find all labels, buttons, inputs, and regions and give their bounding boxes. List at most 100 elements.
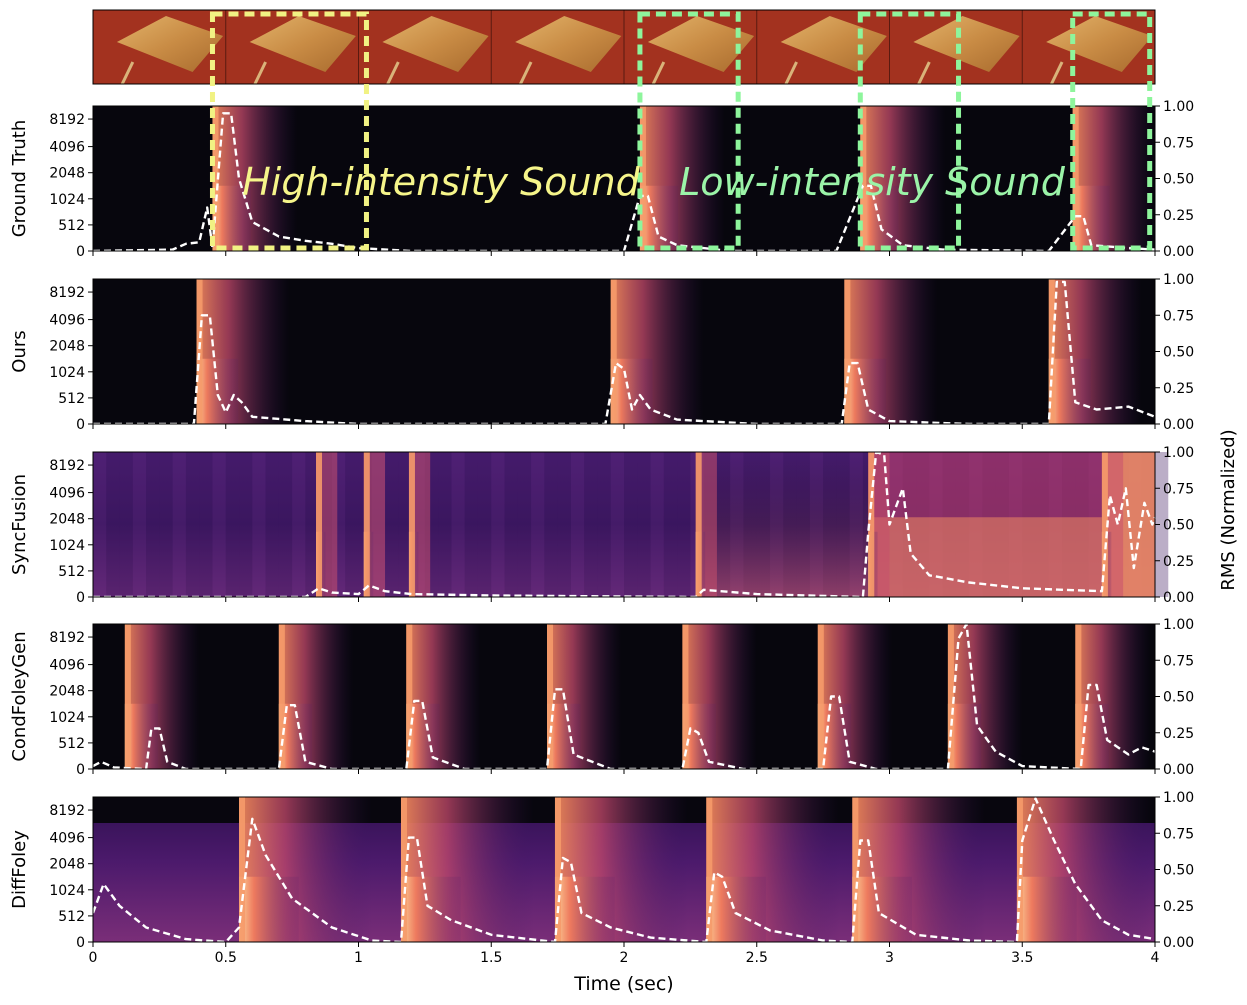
panel-label: DiffFoley — [9, 830, 30, 909]
spectrogram-noise — [225, 452, 240, 597]
spectrogram-noise — [677, 452, 691, 597]
y-tick-label: 512 — [58, 909, 85, 925]
panel: 051210242048409681920.000.250.500.751.00… — [9, 445, 1194, 606]
y-tick-label: 0 — [76, 244, 85, 260]
y-tick-label: 0 — [76, 935, 85, 951]
rms-tick-label: 0.75 — [1163, 481, 1194, 497]
y-tick-label: 8192 — [49, 630, 85, 646]
y-tick-label: 512 — [58, 736, 85, 752]
x-axis-label: Time (sec) — [573, 973, 673, 995]
spectrogram-onset-strip — [695, 452, 702, 597]
spectrogram-onset-strip — [408, 452, 415, 597]
rms-tick-label: 0.25 — [1163, 554, 1194, 570]
spectrogram-noise — [106, 452, 120, 597]
rms-tick-label: 0.25 — [1163, 726, 1194, 742]
spectrogram-noise — [477, 452, 492, 597]
spectrogram-noise — [212, 452, 226, 597]
video-frame — [92, 10, 226, 85]
y-tick-label: 2048 — [49, 166, 85, 182]
rms-tick-label: 1.00 — [1163, 790, 1194, 806]
rms-tick-label: 0.00 — [1163, 935, 1194, 951]
spectrogram-onset-strip — [278, 624, 285, 769]
video-frame — [756, 10, 890, 85]
x-tick-label: 3.5 — [1011, 950, 1033, 966]
video-frame — [490, 10, 624, 85]
spectrogram-noise — [504, 452, 518, 597]
y-tick-label: 0 — [76, 762, 85, 778]
spectrogram-onset-strip — [363, 452, 370, 597]
rms-tick-label: 1.00 — [1163, 445, 1194, 461]
spectrogram-noise — [531, 452, 545, 597]
rms-tick-label: 0.75 — [1163, 826, 1194, 842]
spectrogram-noise — [93, 452, 107, 597]
video-frame — [358, 10, 492, 85]
spectrogram-noise — [464, 452, 478, 597]
spectrogram-noise — [491, 452, 505, 597]
x-tick-label: 1.5 — [480, 950, 502, 966]
spectrogram-onset-strip — [196, 279, 203, 424]
y-tick-label: 4096 — [49, 831, 85, 847]
panel: 051210242048409681920.000.250.500.751.00… — [9, 272, 1194, 433]
spectrogram-energy — [695, 452, 869, 597]
rms-tick-label: 0.00 — [1163, 244, 1194, 260]
rms-tick-label: 0.00 — [1163, 762, 1194, 778]
spectrogram-panels: 051210242048409681920.000.250.500.751.00… — [9, 99, 1194, 966]
panel-label: Ours — [9, 330, 30, 372]
spectrogram-noise — [544, 452, 558, 597]
rms-tick-label: 0.25 — [1163, 208, 1194, 224]
y-tick-label: 0 — [76, 417, 85, 433]
spectrogram-noise — [557, 452, 571, 597]
y-tick-label: 512 — [58, 564, 85, 580]
panel-label: SyncFusion — [9, 474, 30, 575]
panel: 051210242048409681920.000.250.500.751.00… — [9, 790, 1194, 966]
figure: 051210242048409681920.000.250.500.751.00… — [9, 9, 1239, 995]
spectrogram-noise — [119, 452, 133, 597]
spectrogram-noise — [185, 452, 200, 597]
rms-tick-label: 1.00 — [1163, 99, 1194, 115]
spectrogram-burst-core — [1048, 358, 1091, 424]
spectrogram-burst-core — [400, 876, 461, 942]
spectrogram-noise — [199, 452, 213, 597]
spectrogram-noise — [624, 452, 638, 597]
spectrogram-burst-core — [239, 876, 299, 942]
spectrogram-burst-core — [706, 876, 767, 942]
rms-tick-label: 0.50 — [1163, 518, 1194, 534]
spectrogram-burst-core — [554, 876, 615, 942]
spectrogram-noise — [570, 452, 585, 597]
spectrogram-noise — [278, 452, 293, 597]
y-tick-label: 8192 — [49, 458, 85, 474]
y-tick-label: 1024 — [49, 710, 85, 726]
spectrogram-onset-strip — [406, 624, 413, 769]
rms-tick-label: 0.00 — [1163, 590, 1194, 606]
spectrogram-onset-strip — [547, 624, 554, 769]
x-tick-label: 0 — [89, 950, 98, 966]
rms-tick-label: 0.50 — [1163, 345, 1194, 361]
rms-tick-label: 1.00 — [1163, 617, 1194, 633]
spectrogram-burst-core — [196, 358, 239, 424]
rms-tick-label: 0.75 — [1163, 653, 1194, 669]
rms-tick-label: 0.75 — [1163, 135, 1194, 151]
rms-tick-label: 0.25 — [1163, 381, 1194, 397]
y-tick-label: 4096 — [49, 140, 85, 156]
spectrogram-noise — [132, 452, 147, 597]
panel: 051210242048409681920.000.250.500.751.00… — [9, 617, 1194, 778]
spectrogram-onset-strip — [124, 624, 131, 769]
x-tick-label: 4 — [1151, 950, 1160, 966]
spectrogram-noise — [146, 452, 160, 597]
x-tick-label: 2 — [620, 950, 629, 966]
spectrogram-onset-strip — [682, 624, 689, 769]
video-frame — [1021, 10, 1155, 85]
y-tick-label: 1024 — [49, 365, 85, 381]
y-tick-label: 512 — [58, 391, 85, 407]
x-tick-label: 1 — [354, 950, 363, 966]
spectrogram-noise — [597, 452, 611, 597]
spectrogram-noise — [451, 452, 465, 597]
rms-tick-label: 0.25 — [1163, 899, 1194, 915]
spectrogram-onset-strip — [1075, 624, 1082, 769]
y-tick-label: 4096 — [49, 313, 85, 329]
y-tick-label: 8192 — [49, 112, 85, 128]
high-intensity-label: High-intensity Sound — [242, 160, 640, 204]
spectrogram-noise — [265, 452, 279, 597]
video-frame — [225, 10, 359, 85]
spectrogram-burst-core — [852, 876, 913, 942]
